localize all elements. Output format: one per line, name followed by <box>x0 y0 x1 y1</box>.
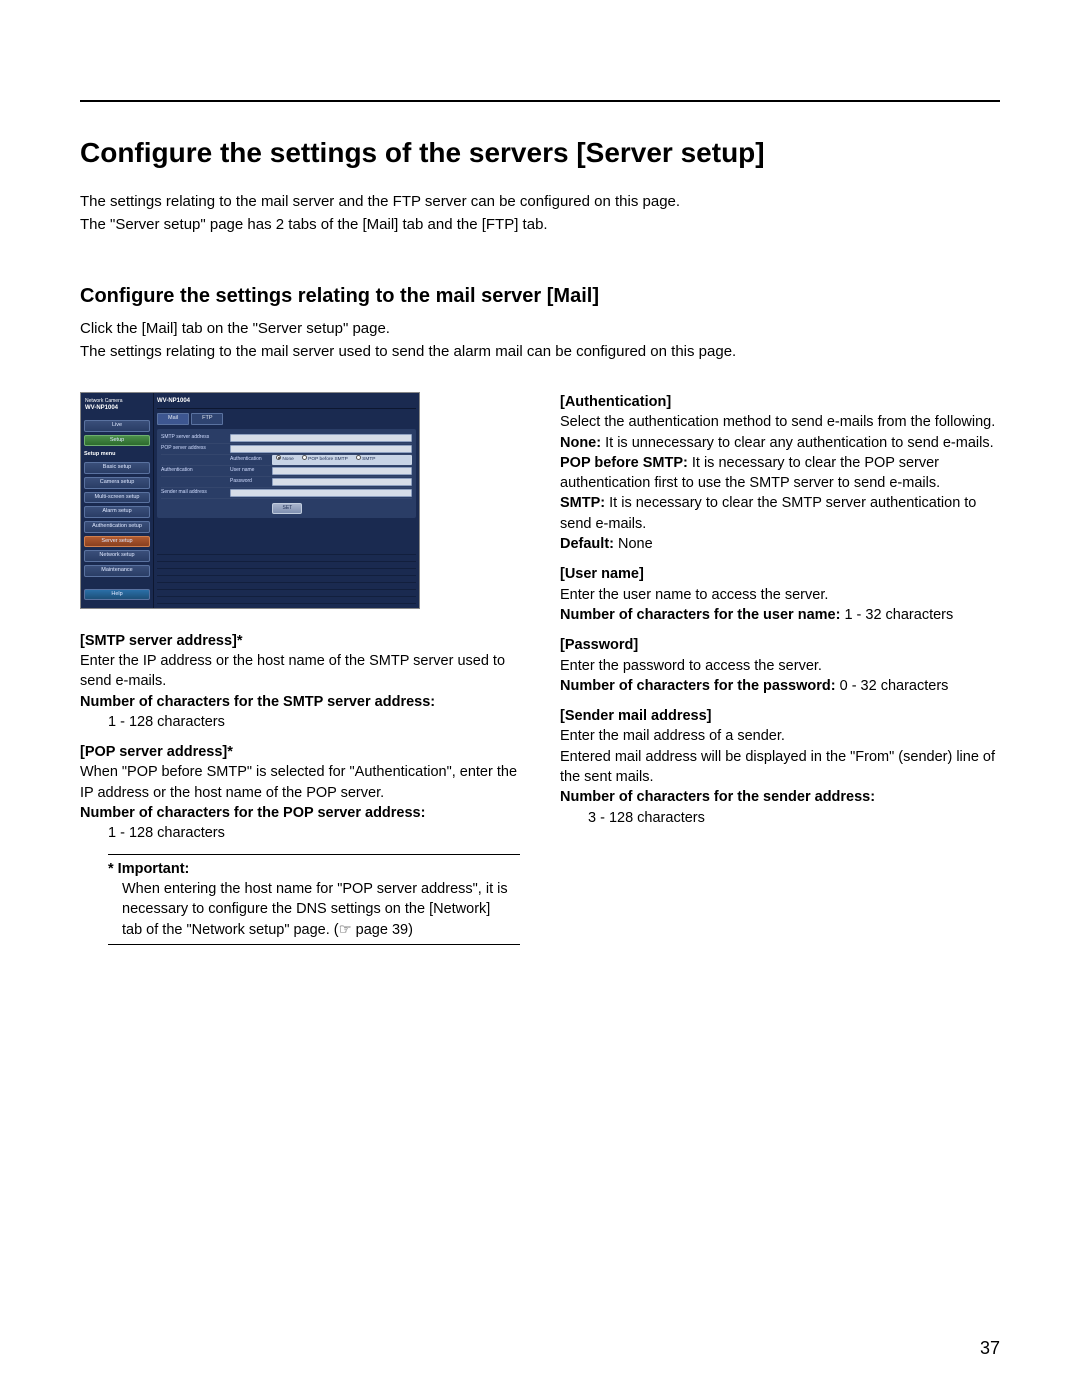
intro-block: The settings relating to the mail server… <box>80 191 1000 235</box>
sidebar-item-maintenance[interactable]: Maintenance <box>84 565 150 577</box>
pass-chars-label: Number of characters for the password: <box>560 678 836 694</box>
pass-body: Enter the password to access the server. <box>560 656 1000 676</box>
brand-logo: Network Camera WV-NP1004 <box>84 397 150 417</box>
smtp-body: Enter the IP address or the host name of… <box>80 651 520 692</box>
setup-menu-heading: Setup menu <box>84 449 150 459</box>
sender-input[interactable] <box>230 489 412 497</box>
auth-default-value: None <box>614 536 653 552</box>
smtp-title: [SMTP server address]* <box>80 631 520 651</box>
smtp-chars-value: 1 - 128 characters <box>80 712 520 732</box>
intro-line-1: The settings relating to the mail server… <box>80 191 1000 212</box>
sender-chars-label: Number of characters for the sender addr… <box>560 789 875 805</box>
pass-input[interactable] <box>272 478 412 486</box>
sidebar-item-network-setup[interactable]: Network setup <box>84 550 150 562</box>
sidebar-item-auth-setup[interactable]: Authentication setup <box>84 521 150 533</box>
intro-line-2: The "Server setup" page has 2 tabs of th… <box>80 214 1000 235</box>
tab-ftp[interactable]: FTP <box>191 413 223 425</box>
user-label: User name <box>230 467 268 474</box>
user-chars-label: Number of characters for the user name: <box>560 607 840 623</box>
sub-intro-2: The settings relating to the mail server… <box>80 341 1000 362</box>
auth-none-label: None: <box>560 435 601 451</box>
pop-body: When "POP before SMTP" is selected for "… <box>80 762 520 803</box>
page-number: 37 <box>980 1338 1000 1359</box>
smtp-input[interactable] <box>230 434 412 442</box>
auth-smtp-label: SMTP: <box>560 495 605 511</box>
sidebar-item-basic-setup[interactable]: Basic setup <box>84 462 150 474</box>
smtp-label: SMTP server address <box>161 434 226 441</box>
tab-mail[interactable]: Mail <box>157 413 189 425</box>
auth-body: Select the authentication method to send… <box>560 412 1000 432</box>
setup-button[interactable]: Setup <box>84 435 150 447</box>
important-title: * Important: <box>108 859 514 879</box>
sidebar-item-server-setup[interactable]: Server setup <box>84 536 150 548</box>
model-label: WV-NP1004 <box>157 398 190 404</box>
set-button[interactable]: SET <box>272 503 302 514</box>
pop-input[interactable] <box>230 445 412 453</box>
top-rule <box>80 100 1000 102</box>
pass-title: [Password] <box>560 635 1000 655</box>
sender-title: [Sender mail address] <box>560 706 1000 726</box>
radio-pop-before-smtp[interactable] <box>302 455 307 460</box>
sub-intro-1: Click the [Mail] tab on the "Server setu… <box>80 318 1000 339</box>
pop-title: [POP server address]* <box>80 742 520 762</box>
user-body: Enter the user name to access the server… <box>560 585 1000 605</box>
section-subtitle: Configure the settings relating to the m… <box>80 285 1000 308</box>
user-chars-value: 1 - 32 characters <box>840 607 953 623</box>
sender-body-2: Entered mail address will be displayed i… <box>560 747 1000 788</box>
important-body: When entering the host name for "POP ser… <box>108 879 514 940</box>
sidebar-item-camera-setup[interactable]: Camera setup <box>84 477 150 489</box>
pop-chars-label: Number of characters for the POP server … <box>80 805 425 821</box>
help-button[interactable]: Help <box>84 589 150 601</box>
page-title: Configure the settings of the servers [S… <box>80 137 1000 169</box>
radio-none[interactable] <box>276 455 281 460</box>
sender-body-1: Enter the mail address of a sender. <box>560 726 1000 746</box>
pop-chars-value: 1 - 128 characters <box>80 823 520 843</box>
sidebar-item-alarm-setup[interactable]: Alarm setup <box>84 506 150 518</box>
pass-chars-value: 0 - 32 characters <box>836 678 949 694</box>
decorative-stripes <box>157 548 416 604</box>
auth-default-label: Default: <box>560 536 614 552</box>
auth-radio-group: None POP before SMTP SMTP <box>272 455 412 465</box>
sender-label: Sender mail address <box>161 489 226 496</box>
live-button[interactable]: Live <box>84 420 150 432</box>
sender-chars-value: 3 - 128 characters <box>560 808 1000 828</box>
sidebar-item-multiscreen-setup[interactable]: Multi-screen setup <box>84 492 150 504</box>
auth-title: [Authentication] <box>560 392 1000 412</box>
user-title: [User name] <box>560 564 1000 584</box>
sub-intro-block: Click the [Mail] tab on the "Server setu… <box>80 318 1000 362</box>
server-setup-screenshot: Network Camera WV-NP1004 Live Setup Setu… <box>80 392 420 609</box>
auth-popb-label: POP before SMTP: <box>560 455 688 471</box>
smtp-chars-label: Number of characters for the SMTP server… <box>80 694 435 710</box>
auth-smtp-body: It is necessary to clear the SMTP server… <box>560 495 976 531</box>
pass-label: Password <box>230 478 268 485</box>
important-note: * Important: When entering the host name… <box>108 854 520 945</box>
radio-smtp[interactable] <box>356 455 361 460</box>
auth-spacer: Authentication <box>161 467 226 474</box>
pop-label: POP server address <box>161 445 226 452</box>
auth-label: Authentication <box>230 456 268 463</box>
user-input[interactable] <box>272 467 412 475</box>
auth-none-body: It is unnecessary to clear any authentic… <box>601 435 994 451</box>
